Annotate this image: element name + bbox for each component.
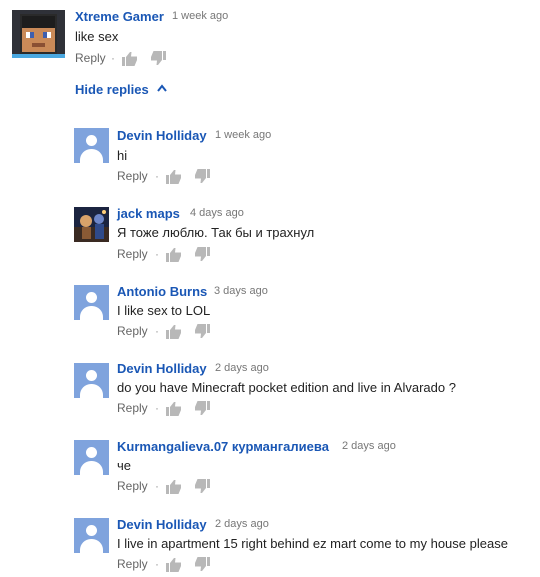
thumbs-up-icon[interactable] (166, 479, 182, 499)
thumbs-up-icon[interactable] (166, 557, 182, 577)
reply-button[interactable]: Reply (117, 169, 148, 183)
top-comment: Xtreme Gamer 1 week ago like sex Reply · (0, 0, 540, 75)
thumbs-up-icon[interactable] (166, 401, 182, 421)
default-user-icon[interactable] (74, 128, 109, 163)
comment-text: do you have Minecraft pocket edition and… (117, 380, 456, 395)
comment-text: I live in apartment 15 right behind ez m… (117, 536, 508, 551)
comment-author[interactable]: Devin Holliday (117, 128, 207, 143)
separator-dot: · (155, 247, 159, 261)
comment-time[interactable]: 3 days ago (214, 285, 268, 297)
thumbs-up-icon[interactable] (122, 51, 138, 71)
comment-author[interactable]: Devin Holliday (117, 361, 207, 376)
reply-comment: Devin Holliday 1 week ago hi Reply · (0, 125, 540, 195)
comment-author[interactable]: Xtreme Gamer (75, 9, 164, 24)
thumbs-up-icon[interactable] (166, 324, 182, 344)
thumbs-up-icon[interactable] (166, 247, 182, 267)
comment-time[interactable]: 4 days ago (190, 207, 244, 219)
default-user-icon[interactable] (74, 363, 109, 398)
reply-button[interactable]: Reply (75, 51, 106, 65)
reply-comment: Kurmangalieva.07 курмангалиева 2 days ag… (0, 436, 540, 506)
thumbs-down-icon[interactable] (194, 479, 210, 499)
reply-comment: jack maps 4 days ago Я тоже люблю. Так б… (0, 203, 540, 273)
default-user-icon[interactable] (74, 285, 109, 320)
photo-avatar[interactable] (74, 207, 109, 242)
comment-text: Я тоже люблю. Так бы и трахнул (117, 225, 315, 240)
reply-button[interactable]: Reply (117, 247, 148, 261)
reply-comment: Devin Holliday 2 days ago I live in apar… (0, 514, 540, 577)
comment-actions: Reply · (117, 324, 217, 340)
comment-time[interactable]: 2 days ago (215, 518, 269, 530)
chevron-up-icon (157, 84, 167, 92)
default-user-icon[interactable] (74, 440, 109, 475)
comment-text: че (117, 458, 132, 473)
separator-dot: · (155, 401, 159, 415)
reply-comment: Antonio Burns 3 days ago I like sex to L… (0, 281, 540, 351)
reply-comment: Devin Holliday 2 days ago do you have Mi… (0, 358, 540, 428)
comment-author[interactable]: Kurmangalieva.07 курмангалиева (117, 439, 329, 454)
comment-author[interactable]: Antonio Burns (117, 284, 207, 299)
comment-text: I like sex to LOL (117, 303, 211, 318)
comment-time[interactable]: 1 week ago (215, 129, 271, 141)
minecraft-avatar[interactable] (12, 10, 65, 58)
thumbs-down-icon[interactable] (194, 169, 210, 189)
default-user-icon[interactable] (74, 518, 109, 553)
separator-dot: · (155, 324, 159, 338)
reply-button[interactable]: Reply (117, 324, 148, 338)
separator-dot: · (155, 169, 159, 183)
comment-time[interactable]: 2 days ago (215, 362, 269, 374)
comment-actions: Reply · (117, 247, 217, 263)
comment-actions: Reply · (117, 557, 217, 573)
reply-button[interactable]: Reply (117, 401, 148, 415)
comment-actions: Reply · (117, 401, 217, 417)
thumbs-down-icon[interactable] (194, 324, 210, 344)
comment-author[interactable]: Devin Holliday (117, 517, 207, 532)
hide-replies-label: Hide replies (75, 82, 149, 97)
thumbs-up-icon[interactable] (166, 169, 182, 189)
comment-text: like sex (75, 29, 119, 44)
comment-actions: Reply · (75, 51, 175, 67)
thumbs-down-icon[interactable] (194, 557, 210, 577)
separator-dot: · (155, 479, 159, 493)
thumbs-down-icon[interactable] (150, 51, 166, 71)
comment-actions: Reply · (117, 169, 217, 185)
thumbs-down-icon[interactable] (194, 401, 210, 421)
hide-replies-button[interactable]: Hide replies (75, 82, 167, 97)
separator-dot: · (111, 51, 115, 65)
reply-button[interactable]: Reply (117, 557, 148, 571)
comment-author[interactable]: jack maps (117, 206, 180, 221)
comment-time[interactable]: 2 days ago (342, 440, 396, 452)
reply-button[interactable]: Reply (117, 479, 148, 493)
comment-actions: Reply · (117, 479, 217, 495)
separator-dot: · (155, 557, 159, 571)
comment-text: hi (117, 148, 128, 163)
thumbs-down-icon[interactable] (194, 247, 210, 267)
comment-time[interactable]: 1 week ago (172, 10, 228, 22)
